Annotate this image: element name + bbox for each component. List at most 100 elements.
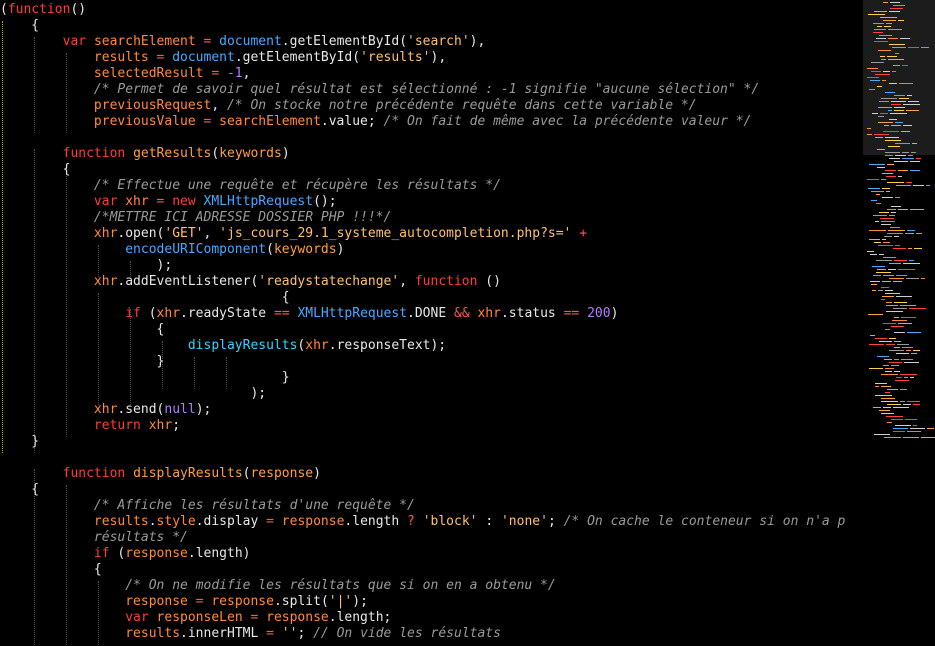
code-token: , — [203, 226, 220, 241]
code-token: null — [164, 402, 196, 417]
minimap-line — [909, 308, 926, 309]
minimap-line — [889, 278, 904, 279]
code-token: length — [352, 514, 400, 529]
minimap-line — [900, 305, 916, 306]
minimap-line — [921, 437, 935, 438]
minimap-line — [906, 110, 919, 111]
minimap-line — [895, 122, 903, 123]
minimap-line — [896, 275, 907, 276]
code-line: response = response.split('|'); — [0, 594, 368, 610]
code-line: xhr.addEventListener('readystatechange',… — [0, 274, 501, 290]
minimap-line — [910, 161, 920, 162]
minimap-line — [921, 278, 925, 279]
code-token: responseLen — [156, 610, 243, 625]
code-line: results.innerHTML = ''; // On vide les r… — [0, 626, 501, 642]
code-token: xhr — [477, 306, 501, 321]
code-token: xhr — [125, 194, 149, 209]
code-token: response — [125, 546, 188, 561]
code-token: , — [399, 274, 415, 289]
minimap-line — [881, 179, 886, 180]
code-token: var — [125, 610, 149, 625]
code-token: 'none' — [500, 514, 548, 529]
code-token: { — [0, 18, 40, 33]
minimap-line — [900, 389, 907, 390]
minimap-line — [891, 365, 899, 366]
minimap-line — [884, 236, 892, 237]
minimap-line — [874, 11, 887, 12]
minimap-line — [895, 197, 900, 198]
minimap-line — [902, 347, 913, 348]
minimap-line — [903, 404, 911, 405]
minimap-line — [898, 209, 908, 210]
minimap-line — [874, 434, 890, 435]
minimap-line — [886, 311, 903, 312]
minimap-line — [889, 263, 901, 264]
minimap-line — [867, 134, 872, 135]
code-line: { — [0, 322, 165, 338]
code-token: . — [195, 514, 204, 529]
code-token: , — [242, 66, 251, 81]
minimap-line — [893, 248, 906, 249]
minimap-line — [882, 80, 886, 81]
code-token: ); — [195, 402, 212, 417]
minimap-line — [879, 341, 892, 342]
code-token: displayResults — [133, 466, 243, 481]
minimap-line — [881, 59, 886, 60]
code-line: } — [0, 354, 165, 370]
minimap-line — [882, 173, 893, 174]
code-token: keywords — [273, 242, 337, 257]
code-token: . — [328, 610, 337, 625]
minimap-line — [890, 113, 907, 114]
code-token: && — [446, 306, 478, 321]
minimap-line — [887, 209, 896, 210]
minimap-line — [885, 152, 900, 153]
code-token: ), — [469, 34, 486, 49]
minimap-line — [903, 263, 920, 264]
code-token: /* On ne modifie les résultats que si on… — [125, 578, 556, 593]
code-token: /* Effectue une requête et récupère les … — [93, 178, 501, 193]
minimap-line — [895, 425, 911, 426]
minimap-line — [884, 437, 901, 438]
minimap-line — [885, 392, 890, 393]
minimap-line — [913, 350, 920, 351]
code-token: . — [328, 338, 337, 353]
minimap-line — [885, 371, 892, 372]
code-token: innerHTML — [187, 626, 259, 641]
code-token: ) — [336, 242, 345, 257]
minimap-line — [880, 17, 897, 18]
code-token: status — [508, 306, 556, 321]
minimap-line — [885, 368, 894, 369]
code-token: . — [320, 114, 329, 129]
minimap-line — [910, 428, 925, 429]
minimap-line — [875, 338, 887, 339]
code-line: /*METTRE ICI ADRESSE DOSSIER PHP !!!*/ — [0, 210, 391, 226]
minimap[interactable] — [863, 0, 935, 646]
minimap-line — [902, 65, 908, 66]
code-token: if — [125, 306, 141, 321]
code-token: response — [211, 594, 274, 609]
minimap-line — [907, 431, 921, 432]
minimap-line — [875, 386, 879, 387]
code-token: = — [258, 514, 282, 529]
code-token: xhr — [305, 338, 329, 353]
minimap-line — [881, 224, 891, 225]
minimap-line — [872, 290, 876, 291]
code-line: var xhr = new XMLHttpRequest(); — [0, 194, 337, 210]
minimap-line — [898, 20, 904, 21]
code-editor[interactable]: (function() { var searchElement = docume… — [0, 0, 865, 646]
code-token: var — [62, 34, 87, 49]
minimap-line — [883, 71, 890, 72]
code-token: . — [273, 594, 282, 609]
minimap-line — [906, 278, 919, 279]
minimap-line — [884, 125, 889, 126]
minimap-line — [894, 110, 904, 111]
minimap-line — [907, 230, 915, 231]
minimap-line — [873, 215, 887, 216]
